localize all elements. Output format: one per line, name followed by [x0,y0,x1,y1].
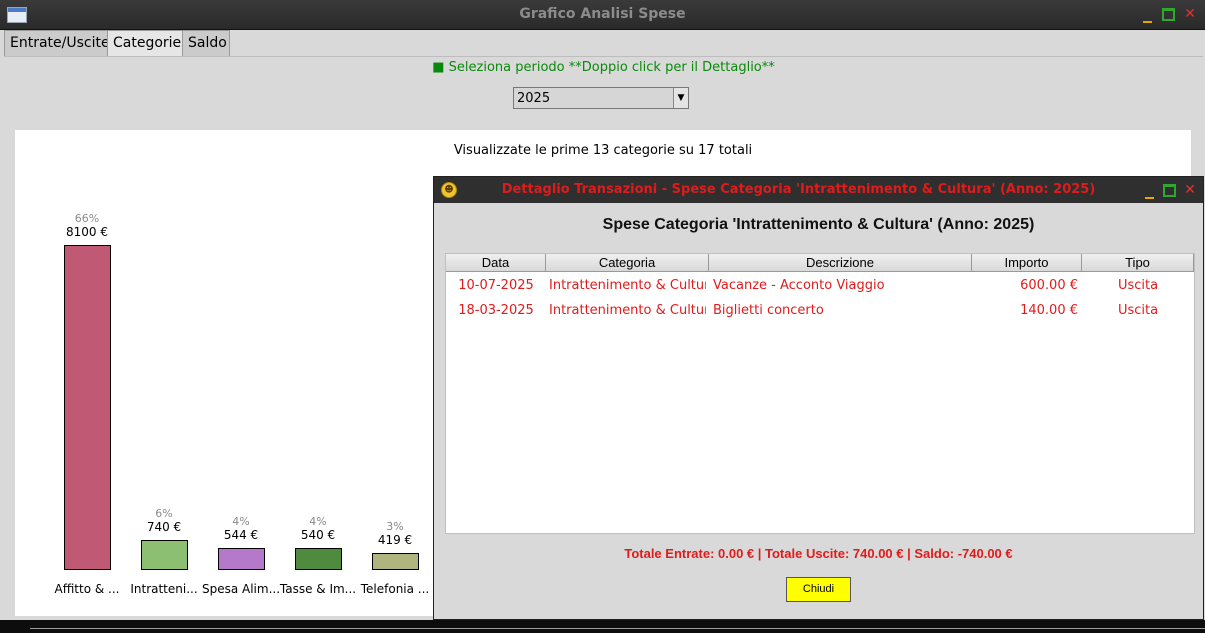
column-header-importo[interactable]: Importo [972,254,1082,272]
bar-value-label: 419 € [377,533,413,547]
period-select[interactable]: 2025 ▼ [513,87,689,109]
cell-data: 18-03-2025 [458,303,534,318]
dialog-maximize-button[interactable] [1159,180,1179,200]
chart-title: Visualizzate le prime 13 categorie su 17… [453,143,753,158]
cell-descrizione: Vacanze - Acconto Viaggio [713,278,885,293]
tab-entrate-uscite[interactable]: Entrate/Uscite [4,30,110,56]
period-select-value: 2025 [517,91,551,106]
chart-bar[interactable] [140,540,188,570]
bottom-border [0,620,1205,633]
category-tick-label: Telefonia ... [360,582,430,596]
dialog-minimize-button[interactable] [1139,180,1159,200]
cell-importo: 600.00 € [1020,278,1078,293]
column-header-tipo[interactable]: Tipo [1082,254,1194,272]
bar-percent-label: 4% [232,515,250,528]
dialog-title: Dettaglio Transazioni - Spese Categoria … [501,182,1096,197]
column-header-data[interactable]: Data [446,254,546,272]
close-dialog-button[interactable]: Chiudi [786,577,851,602]
transactions-table: Data Categoria Descrizione Importo Tipo … [445,253,1195,534]
maximize-button[interactable] [1158,4,1178,24]
cell-data: 10-07-2025 [458,278,534,293]
maximize-icon [1162,183,1176,197]
bar-percent-label: 66% [74,212,100,225]
dialog-title-bar[interactable]: ☻ Dettaglio Transazioni - Spese Categori… [434,177,1203,203]
minimize-icon [1142,21,1152,23]
cell-tipo: Uscita [1117,278,1159,293]
chart-bar[interactable] [63,245,111,570]
cell-descrizione: Biglietti concerto [713,303,824,318]
tab-categorie[interactable]: Categorie [107,30,185,57]
dialog-close-button[interactable]: ✕ [1180,180,1200,200]
transaction-detail-dialog: ☻ Dettaglio Transazioni - Spese Categori… [433,176,1204,620]
cell-categoria: Intrattenimento & Cultura [549,303,706,318]
window-title: Grafico Analisi Spese [519,6,686,22]
minimize-icon [1144,197,1154,199]
cell-tipo: Uscita [1117,303,1159,318]
title-bar[interactable]: Grafico Analisi Spese ✕ [0,0,1205,30]
chart-bar[interactable] [294,548,342,570]
minimize-button[interactable] [1137,4,1157,24]
bar-value-label: 8100 € [66,225,108,239]
column-header-descrizione[interactable]: Descrizione [709,254,972,272]
totals-summary: Totale Entrate: 0.00 € | Totale Uscite: … [624,546,1013,561]
chart-bar[interactable] [371,553,419,570]
close-button[interactable]: ✕ [1180,4,1200,24]
bottom-divider [30,628,1205,629]
cell-categoria: Intrattenimento & Cultura [549,278,706,293]
maximize-icon [1161,7,1175,21]
bar-value-label: 544 € [223,528,259,542]
bar-percent-label: 3% [386,520,404,533]
tab-saldo[interactable]: Saldo [182,30,230,56]
close-icon: ✕ [1184,182,1196,198]
column-header-categoria[interactable]: Categoria [546,254,709,272]
dialog-heading: Spese Categoria 'Intrattenimento & Cultu… [602,216,1035,233]
bar-percent-label: 6% [155,507,173,520]
chart-bar[interactable] [217,548,265,570]
bar-value-label: 740 € [146,520,182,534]
bar-percent-label: 4% [309,515,327,528]
chevron-down-icon[interactable]: ▼ [673,88,688,108]
bar-value-label: 540 € [300,528,336,542]
close-icon: ✕ [1184,6,1196,22]
period-hint: ■ Seleziona periodo **Doppio click per i… [432,60,775,75]
cell-importo: 140.00 € [1020,303,1078,318]
